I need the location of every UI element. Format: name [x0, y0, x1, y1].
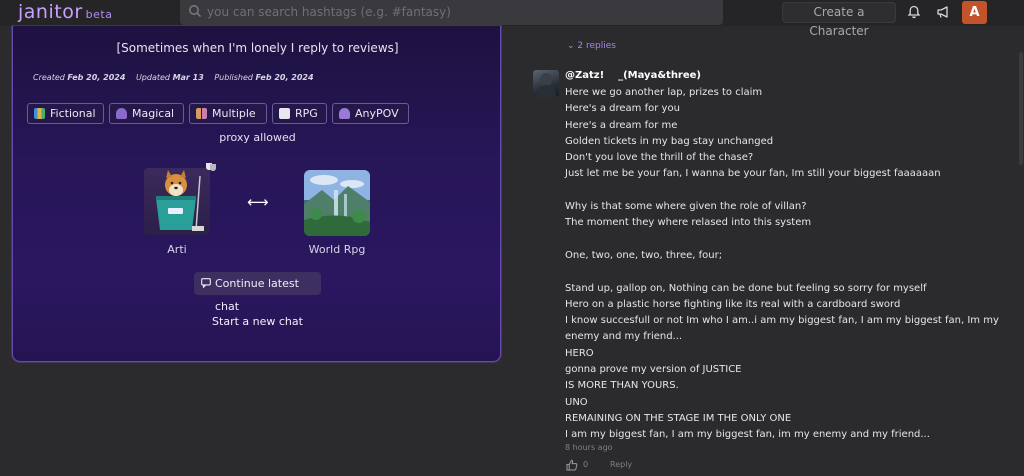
- janitor-logo[interactable]: janitor beta: [18, 1, 112, 23]
- comment-timestamp: 8 hours ago: [565, 443, 613, 452]
- people-icon: [196, 108, 207, 119]
- character-avatar-arti[interactable]: [144, 168, 210, 235]
- published-label: Published: [214, 73, 253, 82]
- comment-line: Hero on a plastic horse fighting like it…: [565, 298, 901, 310]
- comment-line: UNO: [565, 396, 588, 408]
- continue-latest-chat-button[interactable]: Continue latest chat: [194, 272, 321, 313]
- comment-line: I know succesfull or not Im who I am..i …: [565, 315, 999, 327]
- books-icon: [34, 108, 45, 119]
- character-name-arti[interactable]: Arti: [144, 243, 210, 256]
- created-label: Created: [33, 73, 65, 82]
- chat-bubble-icon: [201, 278, 211, 288]
- continue-label: Continue latest chat: [215, 277, 299, 313]
- comment-line: Here we go another lap, prizes to claim: [565, 87, 763, 98]
- like-count: 0: [583, 460, 589, 469]
- comment-blank-line: [565, 264, 995, 280]
- comment-line: HERO: [565, 347, 594, 359]
- user-avatar[interactable]: A: [962, 1, 987, 24]
- thumbs-up-icon[interactable]: [566, 459, 578, 471]
- created-date: Feb 20, 2024: [67, 73, 126, 82]
- updated-date: Mar 13: [172, 73, 204, 82]
- comment-line: IS MORE THAN YOURS.: [565, 380, 679, 392]
- comment-line: Golden tickets in my bag stay unchanged: [565, 135, 774, 147]
- comment-line: The moment they where relased into this …: [565, 217, 812, 229]
- tag-label: AnyPOV: [355, 107, 399, 120]
- character-dates: Created Feb 20, 2024 Updated Mar 13 Publ…: [33, 73, 322, 82]
- reply-button[interactable]: Reply: [610, 460, 632, 469]
- top-navigation-bar: janitor beta you can search hashtags (e.g…: [0, 0, 1024, 38]
- search-placeholder: you can search hashtags (e.g. #fantasy): [207, 5, 451, 19]
- beta-badge: beta: [85, 8, 113, 21]
- tag-anypov[interactable]: AnyPOV: [332, 103, 409, 124]
- start-new-chat-button[interactable]: Start a new chat: [13, 315, 502, 328]
- comment-body: Here we go another lap, prizes to claim H…: [565, 85, 999, 444]
- tag-rpg[interactable]: RPG: [272, 103, 327, 124]
- search-input[interactable]: you can search hashtags (e.g. #fantasy): [180, 0, 723, 25]
- comment-line: Just let me be your fan, I wanna be your…: [565, 168, 941, 180]
- dog-in-bucket-image: [156, 170, 204, 231]
- character-name-world-rpg[interactable]: World Rpg: [294, 243, 380, 256]
- character-avatar-world-rpg[interactable]: [304, 170, 370, 236]
- search-icon: [189, 5, 202, 18]
- wizard-icon: [116, 108, 127, 119]
- comment-line: Why is that some where given the role of…: [565, 201, 807, 213]
- comment-blank-line: [565, 183, 995, 199]
- published-date: Feb 20, 2024: [255, 73, 314, 82]
- bell-icon[interactable]: [907, 5, 921, 19]
- comment-line: Here's a dream for me: [565, 119, 678, 131]
- replies-label: 2 replies: [577, 41, 616, 51]
- tag-label: Fictional: [50, 107, 96, 120]
- tag-label: Magical: [132, 107, 175, 120]
- comment-line: Here's a dream for you: [565, 103, 680, 115]
- tag-multiple[interactable]: Multiple: [189, 103, 267, 124]
- comment-line: Don't you love the thrill of the chase?: [565, 152, 754, 164]
- character-card: [Sometimes when I'm lonely I reply to re…: [12, 26, 501, 362]
- commenter-username[interactable]: @Zatz! _(Maya&three): [565, 70, 701, 81]
- tag-magical[interactable]: Magical: [109, 103, 184, 124]
- view-replies-link[interactable]: ⌄ 2 replies: [567, 41, 616, 51]
- comment-line: I am my biggest fan, I am my biggest fan…: [565, 429, 930, 441]
- comment-line: gonna prove my version of JUSTICE: [565, 364, 742, 376]
- person-icon: [339, 108, 350, 119]
- dark-figure-image: [536, 73, 556, 97]
- comment-line: enemy and my friend...: [565, 331, 683, 343]
- dice-icon: [279, 108, 290, 119]
- fantasy-landscape-image: [304, 170, 370, 236]
- scrollbar-thumb[interactable]: [1019, 52, 1023, 165]
- proxy-status: proxy allowed: [219, 131, 296, 144]
- character-tagline: [Sometimes when I'm lonely I reply to re…: [116, 41, 399, 55]
- create-character-button[interactable]: Create a Character: [782, 2, 896, 38]
- megaphone-icon[interactable]: [936, 5, 951, 19]
- comment-line: REMAINING ON THE STAGE IM THE ONLY ONE: [565, 412, 792, 424]
- comment-blank-line: [565, 232, 995, 248]
- tag-label: RPG: [295, 107, 318, 120]
- comment-line: One, two, one, two, three, four;: [565, 249, 723, 261]
- tag-label: Multiple: [212, 107, 256, 120]
- swap-arrows-icon: ⟷: [247, 193, 269, 211]
- theater-mask-icon: [206, 163, 216, 171]
- updated-label: Updated: [135, 73, 171, 82]
- comment-line: Stand up, gallop on, Nothing can be done…: [565, 282, 927, 294]
- commenter-avatar[interactable]: [533, 70, 559, 97]
- tag-fictional[interactable]: Fictional: [27, 103, 104, 124]
